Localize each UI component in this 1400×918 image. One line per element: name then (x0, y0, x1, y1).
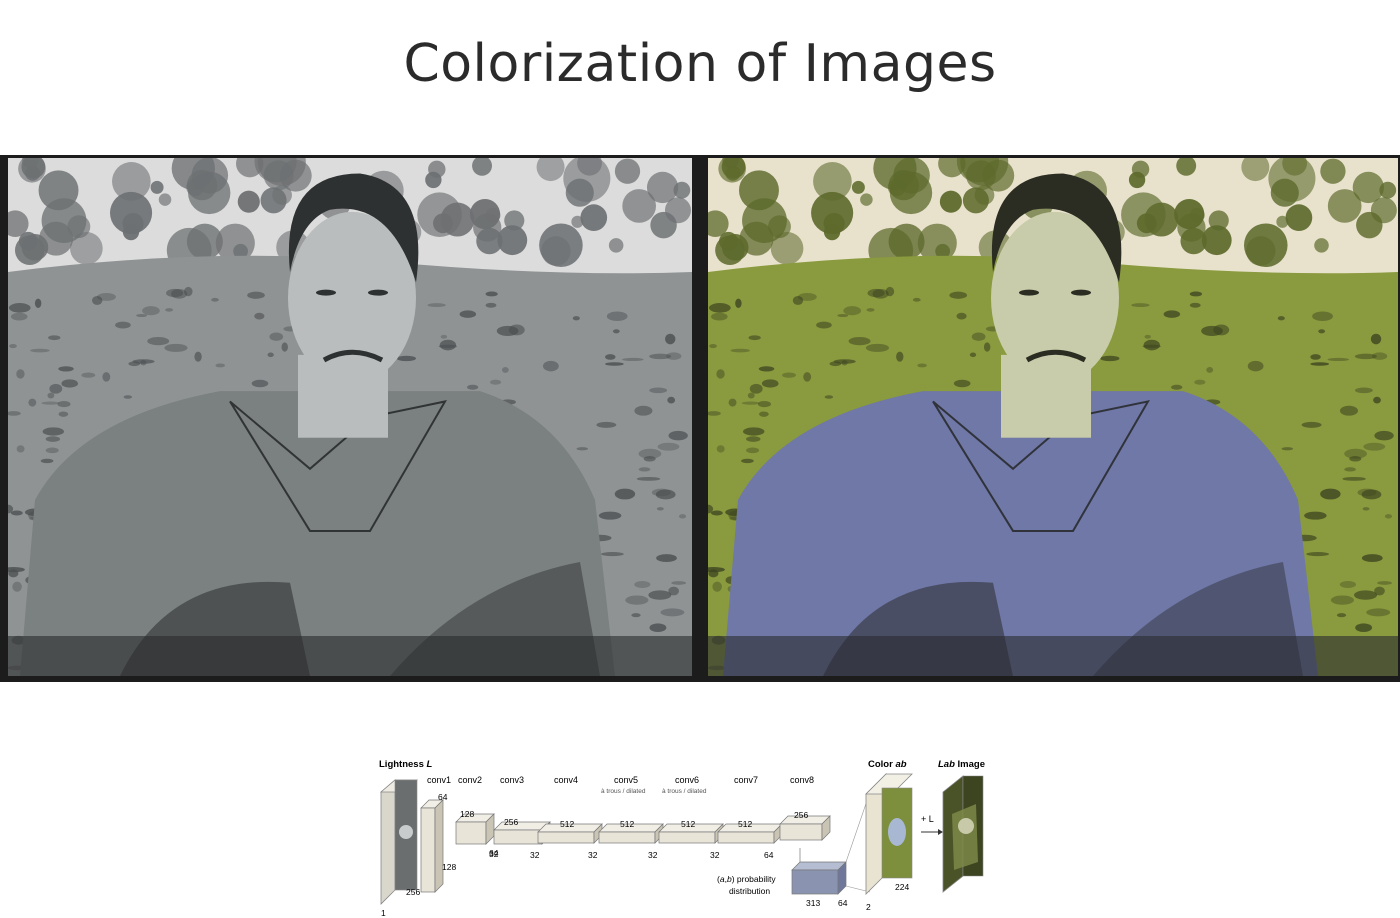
layer-conv2: conv212864 (455, 775, 499, 858)
result-thumbnail-figure (952, 804, 978, 870)
lower-shadow (708, 636, 1398, 676)
layer-channels: 512 (738, 819, 752, 829)
input-slab (380, 779, 396, 905)
layer-side-face (434, 799, 444, 893)
layer-channels: 128 (460, 809, 474, 819)
lower-shadow (8, 636, 692, 676)
result-thumbnail-face (958, 818, 974, 834)
prob-spatial: 64 (838, 898, 848, 908)
result-heading: Lab Image (938, 759, 985, 770)
layer-front-face (537, 831, 595, 844)
photo-original-grayscale (8, 158, 692, 676)
layer-subtitle: à trous / dilated (601, 788, 646, 795)
layer-conv8: conv8 256 64 (764, 775, 831, 860)
prob-label-line1: (a,b) probability (717, 874, 776, 884)
layer-conv7: conv7 512 32 (710, 775, 783, 860)
photo-colorized-art (708, 158, 1398, 676)
prob-label-line2: distribution (729, 886, 770, 896)
layer-conv4: conv4 512 32 (530, 775, 603, 860)
layer-subtitle: à trous / dilated (662, 788, 707, 795)
layer-channels: 64 (438, 792, 448, 802)
prob-block-top (791, 861, 847, 871)
layer-channels: 256 (504, 817, 518, 827)
plus-l-arrowhead (938, 829, 943, 835)
layer-spatial: 128 (442, 862, 456, 872)
layer-channels: 512 (560, 819, 574, 829)
layer-conv3: conv3 256 32 (489, 775, 551, 859)
right-eye (368, 289, 388, 296)
layer-spatial: 32 (648, 850, 658, 860)
layer-name: conv6 (675, 775, 699, 785)
layer-name: conv3 (500, 775, 524, 785)
layer-spatial: 32 (588, 850, 598, 860)
layer-name: conv1 (427, 775, 451, 785)
layer-name: conv5 (614, 775, 638, 785)
photo-colorized (708, 158, 1398, 676)
layer-front-face (455, 821, 487, 845)
layer-front-face (420, 807, 436, 893)
prob-block (791, 869, 839, 895)
layer-spatial: 32 (489, 849, 499, 859)
layer-channels: 512 (681, 819, 695, 829)
plus-l-label: + L (921, 814, 934, 824)
input-size: 256 (406, 887, 420, 897)
layer-front-face (779, 823, 823, 841)
layer-spatial: 32 (530, 850, 540, 860)
layer-channels: 512 (620, 819, 634, 829)
layer-spatial: 64 (764, 850, 774, 860)
layer-front-face (717, 831, 775, 844)
prob-channels: 313 (806, 898, 820, 908)
output-heading: Color ab (868, 759, 907, 770)
layer-name: conv7 (734, 775, 758, 785)
input-thumbnail-face (399, 825, 413, 839)
output-thumbnail-blob (888, 818, 906, 846)
layer-front-face (598, 831, 656, 844)
layer-front-face (658, 831, 716, 844)
photo-comparison (0, 155, 1400, 682)
output-depth: 2 (866, 902, 871, 912)
layer-front-face (493, 829, 543, 845)
network-architecture-diagram: Lightness L Color ab Lab Image 1 256 con… (379, 759, 985, 918)
layer-name: conv8 (790, 775, 814, 785)
output-size: 224 (895, 882, 909, 892)
layer-name: conv4 (554, 775, 578, 785)
slide-title: Colorization of Images (403, 34, 997, 94)
layer-channels: 256 (794, 810, 808, 820)
input-depth: 1 (381, 908, 386, 918)
layer-name: conv2 (458, 775, 482, 785)
layer-spatial: 32 (710, 850, 720, 860)
layer-conv5: conv5 à trous / dilated 512 32 (588, 775, 664, 860)
photo-original-art (8, 158, 692, 676)
left-eye (1019, 289, 1039, 296)
layer-conv1: conv1 64 128 (420, 775, 456, 893)
right-eye (1071, 289, 1091, 296)
input-heading: Lightness L (379, 759, 433, 770)
layer-conv6: conv6 à trous / dilated 512 32 (648, 775, 724, 860)
left-eye (316, 289, 336, 296)
